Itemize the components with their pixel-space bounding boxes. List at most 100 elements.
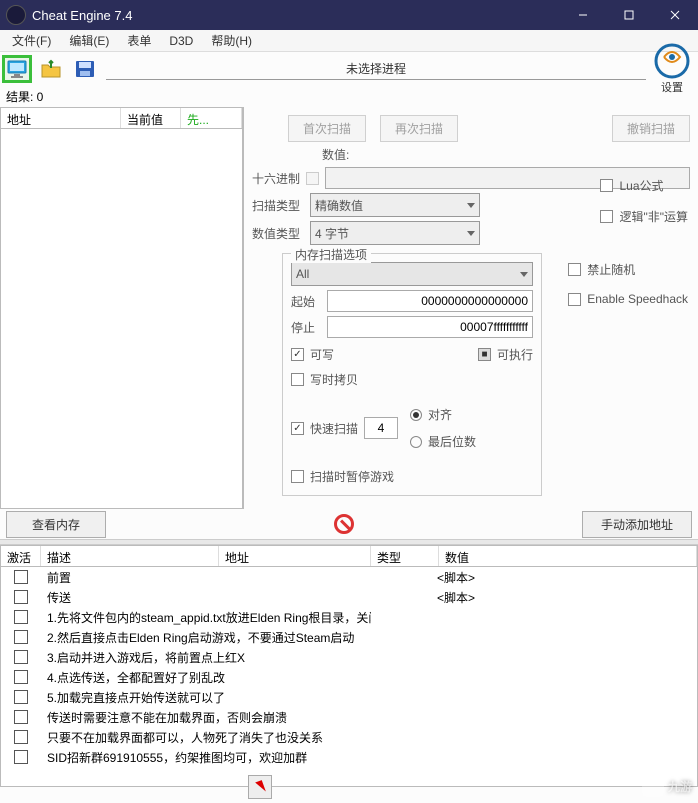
cell-desc: 1.先将文件包内的steam_appid.txt放进Elden Ring根目录，… xyxy=(41,609,371,626)
found-list-body[interactable] xyxy=(0,129,243,509)
hex-label: 十六进制 xyxy=(252,170,300,187)
cell-desc: 前置 xyxy=(41,569,431,586)
chevron-down-icon xyxy=(520,272,528,277)
last-digits-radio[interactable] xyxy=(410,436,422,448)
next-scan-button: 再次扫描 xyxy=(380,115,458,142)
scan-type-select[interactable]: 精确数值 xyxy=(310,193,480,217)
cell-desc: 只要不在加载界面都可以，人物死了消失了也没关系 xyxy=(41,729,371,746)
col-previous[interactable]: 先... xyxy=(181,108,242,128)
fast-scan-checkbox[interactable]: ✓ xyxy=(291,422,304,435)
th-type[interactable]: 类型 xyxy=(371,546,439,566)
process-label[interactable]: 未选择进程 xyxy=(106,58,646,80)
start-address-input[interactable] xyxy=(327,290,533,312)
maximize-button[interactable] xyxy=(606,0,652,30)
cell-value: <脚本> xyxy=(431,569,475,586)
active-checkbox[interactable] xyxy=(14,690,28,704)
cell-desc: 3.启动并进入游戏后，将前置点上红X xyxy=(41,649,371,666)
settings-label[interactable]: 设置 xyxy=(661,79,683,95)
active-checkbox[interactable] xyxy=(14,590,28,604)
menu-help[interactable]: 帮助(H) xyxy=(203,30,260,51)
col-value[interactable]: 当前值 xyxy=(121,108,181,128)
fast-scan-value[interactable] xyxy=(364,417,398,439)
writable-checkbox[interactable]: ✓ xyxy=(291,348,304,361)
table-row[interactable]: 3.启动并进入游戏后，将前置点上红X xyxy=(1,647,697,667)
lua-checkbox[interactable] xyxy=(600,179,613,192)
toolbar: 未选择进程 设置 xyxy=(0,52,698,86)
table-row[interactable]: 只要不在加载界面都可以，人物死了消失了也没关系 xyxy=(1,727,697,747)
forbidden-icon[interactable] xyxy=(334,514,354,534)
scan-type-label: 扫描类型 xyxy=(252,197,304,214)
save-button[interactable] xyxy=(70,55,100,83)
th-addr[interactable]: 地址 xyxy=(219,546,371,566)
active-checkbox[interactable] xyxy=(14,610,28,624)
cow-checkbox[interactable] xyxy=(291,373,304,386)
active-checkbox[interactable] xyxy=(14,750,28,764)
th-active[interactable]: 激活 xyxy=(1,546,41,566)
active-checkbox[interactable] xyxy=(14,630,28,644)
stop-address-input[interactable] xyxy=(327,316,533,338)
window-title: Cheat Engine 7.4 xyxy=(32,8,560,23)
speedhack-checkbox[interactable] xyxy=(568,293,581,306)
not-checkbox[interactable] xyxy=(600,210,613,223)
menu-edit[interactable]: 编辑(E) xyxy=(61,30,117,51)
table-row[interactable]: SID招新群691910555，约架推图均可，欢迎加群 xyxy=(1,747,697,767)
address-table-header: 激活 描述 地址 类型 数值 xyxy=(0,545,698,567)
titlebar: Cheat Engine 7.4 xyxy=(0,0,698,30)
menu-table[interactable]: 表单 xyxy=(119,30,159,51)
add-address-manual-button[interactable]: 手动添加地址 xyxy=(582,511,692,538)
no-random-checkbox[interactable] xyxy=(568,263,581,276)
table-row[interactable]: 传送<脚本> xyxy=(1,587,697,607)
close-button[interactable] xyxy=(652,0,698,30)
minimize-button[interactable] xyxy=(560,0,606,30)
results-count: 结果: 0 xyxy=(0,86,698,107)
table-row[interactable]: 传送时需要注意不能在加载界面，否则会崩溃 xyxy=(1,707,697,727)
cell-desc: 传送时需要注意不能在加载界面，否则会崩溃 xyxy=(41,709,371,726)
active-checkbox[interactable] xyxy=(14,650,28,664)
menu-file[interactable]: 文件(F) xyxy=(4,30,59,51)
view-memory-button[interactable]: 查看内存 xyxy=(6,511,106,538)
cell-desc: SID招新群691910555，约架推图均可，欢迎加群 xyxy=(41,749,371,766)
value-type-label: 数值类型 xyxy=(252,225,304,242)
arrow-icon xyxy=(255,780,266,794)
hex-checkbox[interactable] xyxy=(306,172,319,185)
add-to-list-button[interactable] xyxy=(248,775,272,799)
memory-scan-group: 内存扫描选项 All 起始 停止 ✓可写 ■可执行 写时拷贝 ✓ 快速扫描 对齐… xyxy=(282,253,542,496)
menubar: 文件(F) 编辑(E) 表单 D3D 帮助(H) xyxy=(0,30,698,52)
chevron-down-icon xyxy=(467,231,475,236)
table-row[interactable]: 2.然后直接点击Elden Ring启动游戏，不要通过Steam启动 xyxy=(1,627,697,647)
table-row[interactable]: 1.先将文件包内的steam_appid.txt放进Elden Ring根目录，… xyxy=(1,607,697,627)
open-button[interactable] xyxy=(36,55,66,83)
pause-game-checkbox[interactable] xyxy=(291,470,304,483)
col-address[interactable]: 地址 xyxy=(1,108,121,128)
chevron-down-icon xyxy=(467,203,475,208)
found-list: 地址 当前值 先... xyxy=(0,107,244,509)
first-scan-button[interactable]: 首次扫描 xyxy=(288,115,366,142)
th-desc[interactable]: 描述 xyxy=(41,546,219,566)
memory-scan-legend: 内存扫描选项 xyxy=(291,246,371,263)
active-checkbox[interactable] xyxy=(14,570,28,584)
app-icon xyxy=(6,5,26,25)
value-type-select[interactable]: 4 字节 xyxy=(310,221,480,245)
cell-desc: 传送 xyxy=(41,589,431,606)
table-row[interactable]: 4.点选传送，全都配置好了别乱改 xyxy=(1,667,697,687)
cell-desc: 2.然后直接点击Elden Ring启动游戏，不要通过Steam启动 xyxy=(41,629,371,646)
value-label: 数值: xyxy=(322,146,349,163)
cheat-engine-logo-icon[interactable] xyxy=(654,43,690,79)
active-checkbox[interactable] xyxy=(14,670,28,684)
active-checkbox[interactable] xyxy=(14,710,28,724)
active-checkbox[interactable] xyxy=(14,730,28,744)
under-toolbar: 查看内存 手动添加地址 xyxy=(0,509,698,539)
memory-region-select[interactable]: All xyxy=(291,262,533,286)
menu-d3d[interactable]: D3D xyxy=(161,32,201,50)
address-table-body[interactable]: 前置<脚本>传送<脚本>1.先将文件包内的steam_appid.txt放进El… xyxy=(0,567,698,787)
th-value[interactable]: 数值 xyxy=(439,546,697,566)
table-row[interactable]: 前置<脚本> xyxy=(1,567,697,587)
scan-panel: 首次扫描 再次扫描 撤销扫描 数值: 十六进制 扫描类型 精确数值 数值类型 4… xyxy=(244,107,698,509)
select-process-button[interactable] xyxy=(2,55,32,83)
executable-checkbox[interactable]: ■ xyxy=(478,348,491,361)
main-area: 地址 当前值 先... 首次扫描 再次扫描 撤销扫描 数值: 十六进制 扫描类型… xyxy=(0,107,698,509)
cell-value: <脚本> xyxy=(431,589,475,606)
undo-scan-button: 撤销扫描 xyxy=(612,115,690,142)
table-row[interactable]: 5.加载完直接点开始传送就可以了 xyxy=(1,687,697,707)
align-radio[interactable] xyxy=(410,409,422,421)
